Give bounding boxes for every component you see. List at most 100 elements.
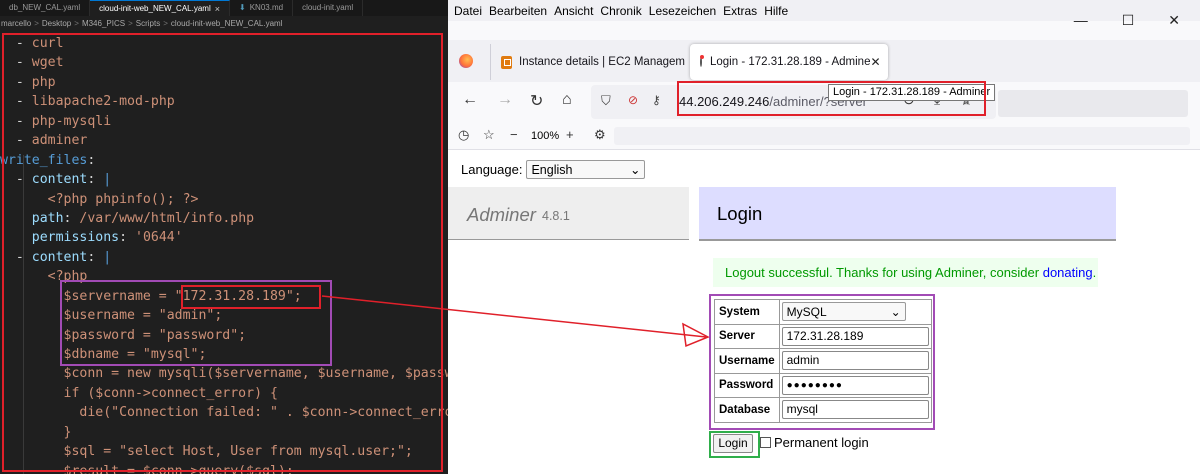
browser-tab-label: Login - 172.31.28.189 - Admine xyxy=(710,56,871,68)
maximize-icon[interactable]: ☐ xyxy=(1122,12,1135,29)
code-line: if ($conn->connect_error) { xyxy=(0,385,278,401)
breadcrumb-item[interactable]: Scripts xyxy=(136,19,160,28)
server-input[interactable]: 172.31.28.189 xyxy=(781,326,929,346)
gear-icon[interactable]: ⚙ xyxy=(594,127,606,143)
adminer-title[interactable]: Adminer xyxy=(467,204,536,226)
code-line: } xyxy=(0,424,72,440)
secondary-toolbar: ◷ ☆ − 100% + ⚙ xyxy=(448,122,1200,150)
forward-icon[interactable]: → xyxy=(497,91,513,109)
bookmark-icon[interactable]: ☆ xyxy=(483,127,495,143)
browser-window: Datei Bearbeiten Ansicht Chronik Lesezei… xyxy=(448,0,1200,474)
menu-hilfe[interactable]: Hilfe xyxy=(764,4,788,18)
close-tab-icon[interactable]: ✕ xyxy=(870,55,880,69)
markdown-icon: ⬇ xyxy=(239,3,246,12)
page-title: Login xyxy=(717,203,763,224)
code-line: $sql = "select Host, User from mysql.use… xyxy=(0,444,413,460)
database-input[interactable]: mysql xyxy=(781,400,929,420)
search-field[interactable] xyxy=(998,90,1188,117)
password-label: Password xyxy=(714,372,780,398)
code-line: - php-mysqli xyxy=(15,113,112,129)
username-input[interactable]: admin xyxy=(781,351,929,371)
code-line: permissions: '0644' xyxy=(31,230,183,246)
code-line: - adminer xyxy=(15,133,88,149)
code-line: <?php phpinfo(); ?> xyxy=(0,191,199,207)
editor-tab-label: cloud-init-web_NEW_CAL.yaml xyxy=(99,3,211,13)
form-row-database: Database mysql xyxy=(714,397,932,423)
code-line: - content: | xyxy=(15,172,112,188)
language-row: Language: English ⌄ xyxy=(461,160,646,179)
editor-tab-cloud-init[interactable]: cloud-init.yaml xyxy=(293,0,364,16)
donating-link[interactable]: donating xyxy=(1043,265,1093,280)
home-icon[interactable]: ⌂ xyxy=(562,91,572,109)
window-controls: — ☐ ✕ xyxy=(1074,0,1200,40)
breadcrumb-item[interactable]: cloud-init-web_NEW_CAL.yaml xyxy=(171,19,283,28)
toolbar-field[interactable] xyxy=(614,127,1190,145)
menu-datei[interactable]: Datei xyxy=(454,4,482,18)
adminer-version: 4.8.1 xyxy=(542,209,570,223)
code-line: die("Connection failed: " . $conn->conne… xyxy=(0,405,448,421)
login-form: System MySQL ⌄ Server 172.31.28.189 Usern… xyxy=(714,299,932,423)
code-line: <?php xyxy=(0,269,88,285)
close-window-icon[interactable]: ✕ xyxy=(1168,12,1180,29)
server-label: Server xyxy=(714,323,780,349)
breadcrumb-item[interactable]: marcello xyxy=(1,19,31,28)
menu-chronik[interactable]: Chronik xyxy=(600,4,641,18)
insecure-lock-icon[interactable]: ⊘ xyxy=(628,93,638,107)
code-line: $servername = "172.31.28.189"; xyxy=(0,288,302,304)
form-row-server: Server 172.31.28.189 xyxy=(714,323,932,349)
code-line: $password = "password"; xyxy=(0,327,247,343)
shield-icon[interactable]: ⛉ xyxy=(601,93,611,109)
history-icon[interactable]: ◷ xyxy=(458,127,469,143)
login-button[interactable]: Login xyxy=(713,434,753,453)
code-line: - libapache2-mod-php xyxy=(15,94,175,110)
key-icon[interactable]: ⚷ xyxy=(652,93,661,107)
editor-tab-label: cloud-init.yaml xyxy=(302,3,354,12)
minimize-icon[interactable]: — xyxy=(1074,12,1088,28)
editor-tab-label: db_NEW_CAL.yaml xyxy=(9,3,81,12)
reload-icon[interactable]: ↻ xyxy=(530,91,543,111)
browser-tab-ec2[interactable]: Instance details | EC2 Managem xyxy=(490,44,685,80)
menu-extras[interactable]: Extras xyxy=(723,4,757,18)
menu-lesezeichen[interactable]: Lesezeichen xyxy=(649,4,716,18)
browser-tab-adminer[interactable]: Login - 172.31.28.189 - Admine ✕ xyxy=(690,44,888,80)
zoom-out-icon[interactable]: − xyxy=(510,127,518,142)
permanent-login-checkbox[interactable] xyxy=(760,437,771,448)
code-line: - wget xyxy=(15,55,64,71)
editor-tab-kn03[interactable]: ⬇ KN03.md xyxy=(230,0,294,16)
close-icon[interactable]: × xyxy=(215,1,220,17)
code-line: - php xyxy=(15,74,56,90)
zoom-in-icon[interactable]: + xyxy=(566,127,574,142)
aws-icon xyxy=(501,55,512,69)
code-line: $result = $conn->query($sql); xyxy=(0,463,294,474)
adminer-icon xyxy=(700,55,704,67)
chevron-down-icon: ⌄ xyxy=(629,163,641,177)
database-label: Database xyxy=(714,397,780,423)
browser-tab-strip: Instance details | EC2 Managem Login - 1… xyxy=(448,40,1200,112)
permanent-login-label[interactable]: Permanent login xyxy=(774,435,869,450)
code-area[interactable]: - curl - wget - php - libapache2-mod-php… xyxy=(0,34,448,474)
code-line: $username = "admin"; xyxy=(0,308,223,324)
breadcrumb-item[interactable]: Desktop xyxy=(42,19,71,28)
editor-tab-cloud-init-web[interactable]: cloud-init-web_NEW_CAL.yaml × xyxy=(90,0,230,16)
language-select[interactable]: English ⌄ xyxy=(526,160,646,179)
zoom-level[interactable]: 100% xyxy=(531,130,559,142)
language-value: English xyxy=(531,162,573,177)
breadcrumb-item[interactable]: M346_PICS xyxy=(82,19,125,28)
form-row-system: System MySQL ⌄ xyxy=(714,299,932,325)
message-text: Logout successful. Thanks for using Admi… xyxy=(725,265,1043,280)
menu-bearbeiten[interactable]: Bearbeiten xyxy=(489,4,547,18)
editor-tab-label: KN03.md xyxy=(249,3,284,12)
chevron-down-icon: ⌄ xyxy=(890,304,901,319)
back-icon[interactable]: ← xyxy=(462,91,478,109)
menu-ansicht[interactable]: Ansicht xyxy=(554,4,593,18)
system-select[interactable]: MySQL ⌄ xyxy=(781,302,906,322)
code-line: path: /var/www/html/info.php xyxy=(31,210,255,226)
password-input[interactable]: ●●●●●●●● xyxy=(781,375,929,395)
navigation-bar: ← → ↻ ⌂ ⛉ ⊘ ⚷ 44.206.249.246/adminer/?se… xyxy=(448,82,1200,122)
code-line: - content: | xyxy=(15,249,112,265)
firefox-icon[interactable] xyxy=(459,54,473,68)
code-editor: db_NEW_CAL.yaml cloud-init-web_NEW_CAL.y… xyxy=(0,0,448,474)
tab-tooltip: Login - 172.31.28.189 - Adminer xyxy=(828,84,996,101)
editor-tab-db[interactable]: db_NEW_CAL.yaml xyxy=(0,0,91,16)
editor-tab-bar: db_NEW_CAL.yaml cloud-init-web_NEW_CAL.y… xyxy=(0,0,448,16)
